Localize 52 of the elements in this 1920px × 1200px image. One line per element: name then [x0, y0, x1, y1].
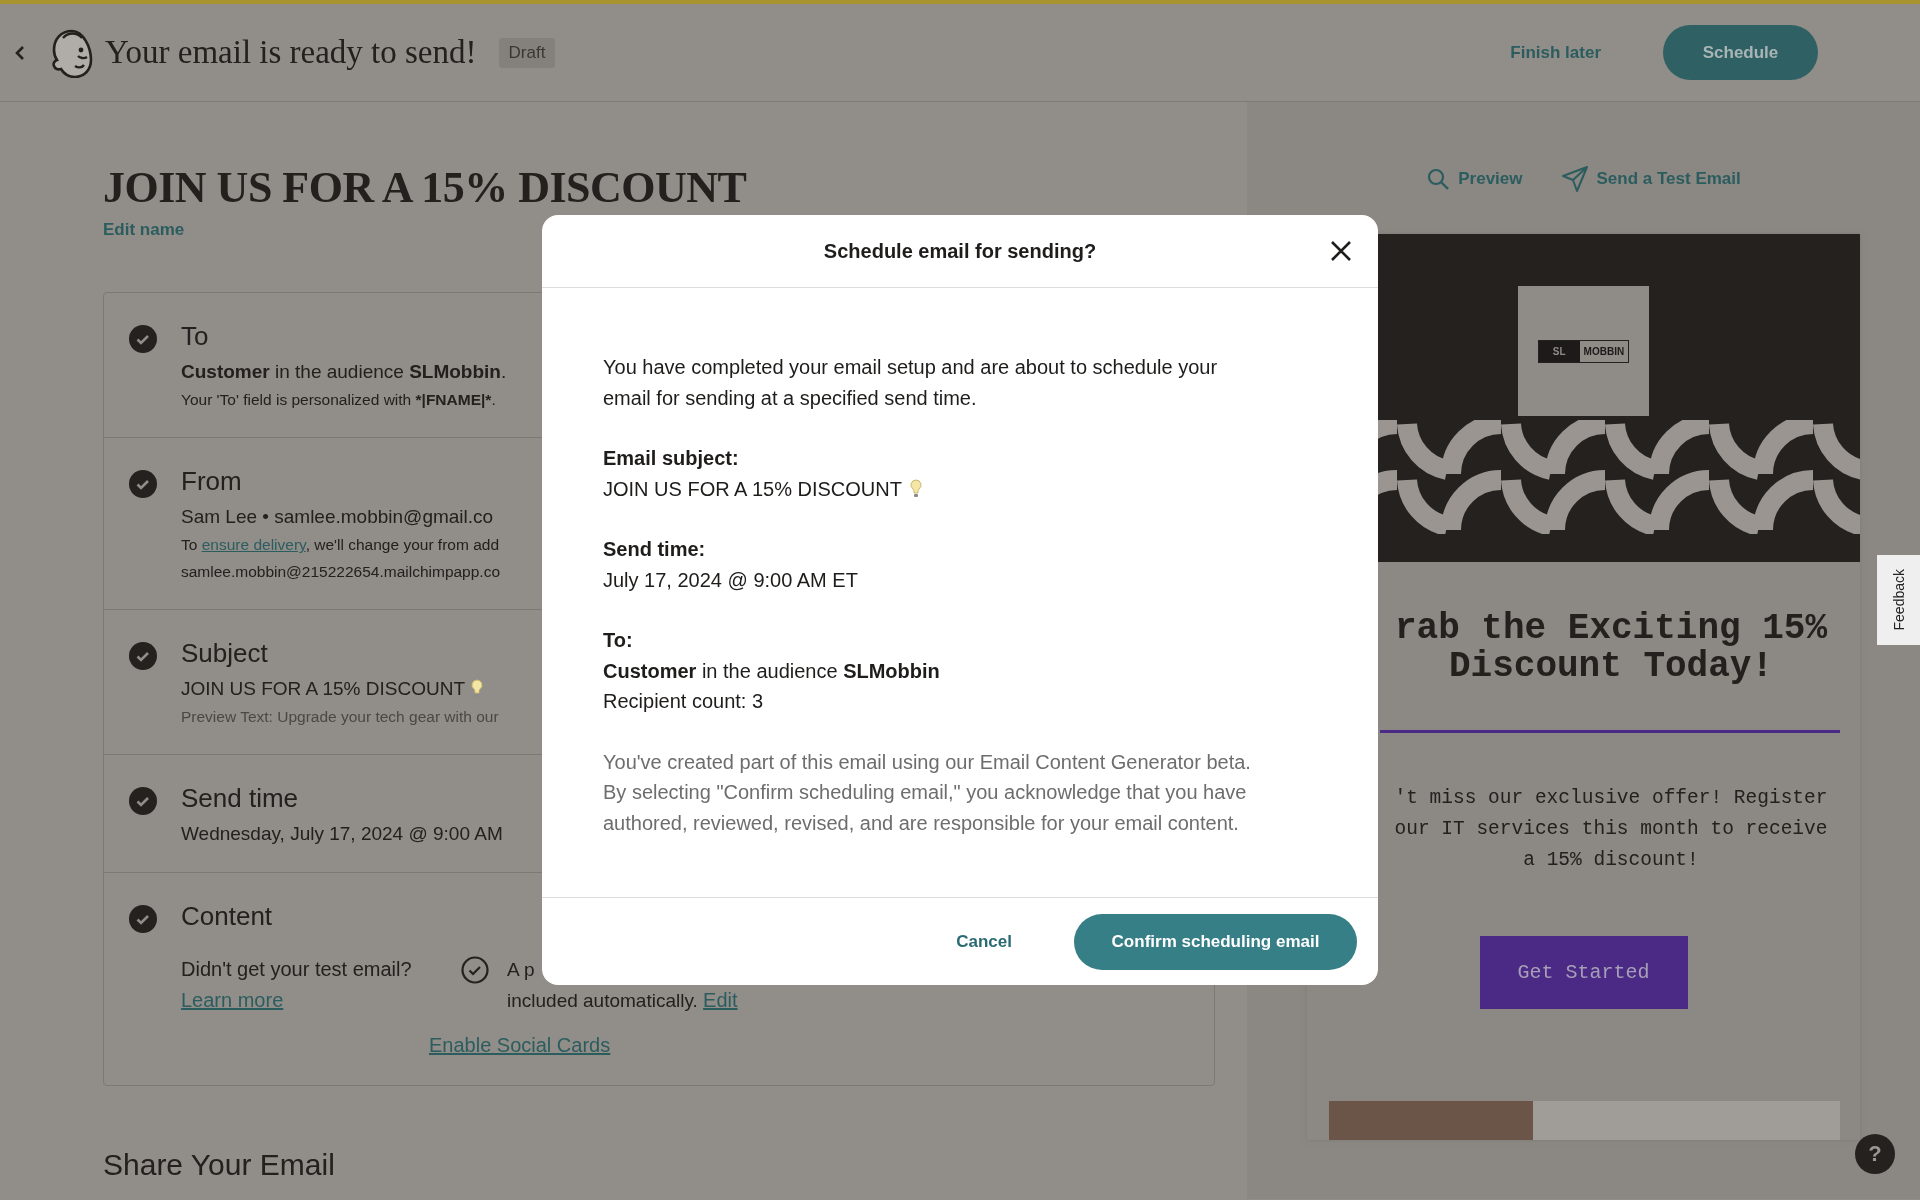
- field-label: Send time:: [603, 537, 707, 562]
- note-text: samlee.mobbin@215222654.mailchimpapp.co: [181, 562, 501, 583]
- send-test-email-button[interactable]: Send a Test Email: [1560, 165, 1741, 193]
- share-heading: Share Your Email: [103, 1148, 336, 1183]
- paper-plane-icon: [1560, 165, 1589, 193]
- campaign-name: JOIN US FOR A 15% DISCOUNT: [103, 164, 748, 213]
- section-title: Send time: [181, 783, 299, 815]
- confirm-scheduling-button[interactable]: Confirm scheduling email: [1074, 913, 1357, 970]
- edit-name-link[interactable]: Edit name: [103, 220, 185, 241]
- detail-text: Customer in the audience SLMobbin.: [181, 360, 507, 385]
- plain-text-note: included automatically. Edit: [507, 988, 738, 1014]
- subject-text: JOIN US FOR A 15% DISCOUNT: [181, 677, 465, 702]
- search-icon: [1426, 167, 1451, 191]
- section-title: To: [181, 321, 209, 353]
- cancel-button[interactable]: Cancel: [956, 931, 1012, 952]
- plain-text-note: A p: [507, 958, 536, 983]
- ensure-delivery-link[interactable]: ensure delivery: [201, 536, 306, 554]
- check-circle-icon: [461, 956, 489, 985]
- email-body-text: 't miss our exclusive offer! Register our IT services this month to receive a 15% discount!: [1393, 786, 1829, 873]
- test-email-text: Didn't get your test email?: [181, 957, 413, 983]
- preview-button[interactable]: Preview: [1426, 167, 1523, 191]
- schedule-button[interactable]: Schedule: [1663, 25, 1818, 80]
- disclaimer-text: You've created part of this email using our Email Content Generator beta. By selecting "Confirm scheduling email," you acknowledge that you have authored, reviewed, revised, and are responsible for your email content.: [603, 749, 1252, 836]
- brand-logo: SL MOBBIN: [1537, 339, 1630, 363]
- detail-text: Wednesday, July 17, 2024 @ 9:00 AM: [181, 822, 503, 847]
- email-headline: rab the Exciting 15% Discount Today!: [1393, 610, 1829, 686]
- section-title: From: [181, 466, 242, 498]
- finish-later-button[interactable]: Finish later: [1510, 42, 1601, 63]
- section-title: Subject: [181, 638, 268, 670]
- close-icon[interactable]: [1330, 240, 1352, 262]
- field-label: To:: [603, 628, 634, 653]
- get-started-button[interactable]: Get Started: [1479, 936, 1688, 1009]
- lightbulb-icon: [471, 679, 483, 700]
- feedback-tab[interactable]: Feedback: [1877, 555, 1920, 645]
- section-title: Content: [181, 901, 273, 933]
- page-title: Your email is ready to send!: [105, 34, 477, 71]
- enable-social-cards-link[interactable]: Enable Social Cards: [429, 1034, 611, 1057]
- field-label: Email subject:: [603, 446, 740, 471]
- field-value: JOIN US FOR A 15% DISCOUNT: [603, 476, 902, 502]
- note-text: Your 'To' field is personalized with *|FNAME|*.: [181, 390, 496, 411]
- field-value: July 17, 2024 @ 9:00 AM ET: [603, 567, 858, 593]
- field-value: Customer in the audience SLMobbin: [603, 658, 940, 684]
- detail-text: Sam Lee • samlee.mobbin@gmail.co: [181, 505, 494, 530]
- dialog-title: Schedule email for sending?: [823, 239, 1097, 263]
- preview-text: Preview Text: Upgrade your tech gear with our: [181, 707, 499, 728]
- field-value: Recipient count: 3: [603, 689, 764, 714]
- learn-more-link[interactable]: Learn more: [181, 985, 461, 1017]
- dialog-intro-text: You have completed your email setup and are about to schedule your email for sending at a specified send time.: [603, 355, 1219, 411]
- lightbulb-icon: [909, 478, 922, 499]
- draft-badge: Draft: [498, 37, 556, 68]
- edit-link[interactable]: Edit: [703, 989, 738, 1012]
- note-text: To ensure delivery, we'll change your from add: [181, 535, 500, 556]
